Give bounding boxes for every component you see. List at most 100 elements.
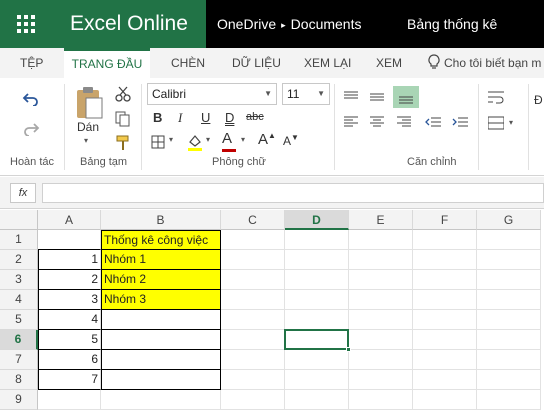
cell-e6[interactable]: [349, 330, 413, 350]
cell-e3[interactable]: [349, 270, 413, 290]
italic-button[interactable]: I: [178, 110, 182, 126]
row-header-5[interactable]: 5: [0, 310, 38, 330]
breadcrumb-onedrive[interactable]: OneDrive: [217, 16, 276, 32]
row-header-6[interactable]: 6: [0, 330, 38, 350]
cell-c4[interactable]: [221, 290, 285, 310]
cell-a2[interactable]: 1: [38, 250, 101, 270]
merge-center-icon[interactable]: [488, 116, 504, 130]
align-right-icon[interactable]: [397, 116, 411, 128]
align-bottom-button[interactable]: [393, 86, 419, 108]
cell-f2[interactable]: [413, 250, 477, 270]
grow-font-button[interactable]: A▲: [258, 131, 276, 148]
align-middle-icon[interactable]: [370, 91, 384, 103]
cell-a6[interactable]: 5: [38, 330, 101, 350]
wrap-text-icon[interactable]: [488, 91, 504, 105]
double-underline-button[interactable]: D: [225, 110, 234, 125]
paste-button[interactable]: Dán: [77, 120, 99, 134]
document-title[interactable]: Bảng thống kê: [407, 0, 497, 48]
cell-a5[interactable]: 4: [38, 310, 101, 330]
font-size-select[interactable]: 11 ▼: [282, 83, 330, 105]
align-center-icon[interactable]: [370, 116, 384, 128]
cell-c8[interactable]: [221, 370, 285, 390]
cell-a4[interactable]: 3: [38, 290, 101, 310]
cell-d2[interactable]: [285, 250, 349, 270]
column-header-b[interactable]: B: [101, 210, 221, 230]
cell-c5[interactable]: [221, 310, 285, 330]
cell-g2[interactable]: [477, 250, 541, 270]
cell-a7[interactable]: 6: [38, 350, 101, 370]
tell-me-box[interactable]: Cho tôi biết bạn m: [428, 48, 541, 78]
cell-c2[interactable]: [221, 250, 285, 270]
cell-e9[interactable]: [349, 390, 413, 410]
row-header-7[interactable]: 7: [0, 350, 38, 370]
borders-dropdown-chevron-icon[interactable]: ▾: [169, 135, 173, 144]
row-header-8[interactable]: 8: [0, 370, 38, 390]
font-name-select[interactable]: Calibri ▼: [147, 83, 277, 105]
strikethrough-button[interactable]: abc: [246, 111, 264, 123]
cell-g5[interactable]: [477, 310, 541, 330]
cell-a1[interactable]: [38, 230, 101, 250]
tab-data[interactable]: DỮ LIỆU: [232, 48, 281, 78]
cell-e2[interactable]: [349, 250, 413, 270]
merge-dropdown-chevron-icon[interactable]: ▾: [509, 118, 513, 127]
cell-b8[interactable]: [101, 370, 221, 390]
cell-g4[interactable]: [477, 290, 541, 310]
tab-insert[interactable]: CHÈN: [171, 48, 205, 78]
cell-c1[interactable]: [221, 230, 285, 250]
cell-a3[interactable]: 2: [38, 270, 101, 290]
cell-f4[interactable]: [413, 290, 477, 310]
column-header-f[interactable]: F: [413, 210, 477, 230]
tab-file[interactable]: TỆP: [20, 48, 43, 78]
cell-d8[interactable]: [285, 370, 349, 390]
tab-view[interactable]: XEM: [376, 48, 402, 78]
spreadsheet-grid[interactable]: A B C D E F G 1 Thống kê công việc 2 1 Nhóm 1 3 2 Nhóm…: [0, 210, 544, 411]
column-header-c[interactable]: C: [221, 210, 285, 230]
fill-color-dropdown-chevron-icon[interactable]: ▾: [206, 135, 210, 144]
formula-input[interactable]: [42, 183, 544, 203]
cell-d7[interactable]: [285, 350, 349, 370]
cell-g7[interactable]: [477, 350, 541, 370]
align-left-icon[interactable]: [344, 116, 358, 128]
cell-d1[interactable]: [285, 230, 349, 250]
row-header-1[interactable]: 1: [0, 230, 38, 250]
copy-icon[interactable]: [115, 111, 131, 127]
fill-handle[interactable]: [346, 347, 351, 352]
row-header-2[interactable]: 2: [0, 250, 38, 270]
column-header-g[interactable]: G: [477, 210, 541, 230]
undo-icon[interactable]: [22, 92, 40, 106]
cell-f5[interactable]: [413, 310, 477, 330]
align-top-icon[interactable]: [344, 91, 358, 103]
app-name[interactable]: Excel Online: [52, 0, 206, 48]
cell-b3[interactable]: Nhóm 2: [101, 270, 221, 290]
cell-f1[interactable]: [413, 230, 477, 250]
cut-icon[interactable]: [115, 86, 131, 102]
cell-f8[interactable]: [413, 370, 477, 390]
cell-c6[interactable]: [221, 330, 285, 350]
cell-e1[interactable]: [349, 230, 413, 250]
bold-button[interactable]: B: [153, 110, 162, 125]
insert-function-button[interactable]: fx: [10, 183, 36, 203]
number-format-select[interactable]: Đ: [534, 93, 543, 107]
format-painter-icon[interactable]: [115, 135, 131, 151]
cell-a9[interactable]: [38, 390, 101, 410]
cell-b4[interactable]: Nhóm 3: [101, 290, 221, 310]
cell-f3[interactable]: [413, 270, 477, 290]
cell-g3[interactable]: [477, 270, 541, 290]
cell-d3[interactable]: [285, 270, 349, 290]
cell-b5[interactable]: [101, 310, 221, 330]
cell-f7[interactable]: [413, 350, 477, 370]
cell-d4[interactable]: [285, 290, 349, 310]
font-color-button[interactable]: A: [222, 130, 236, 152]
borders-icon[interactable]: [151, 135, 165, 149]
cell-g6[interactable]: [477, 330, 541, 350]
cell-e7[interactable]: [349, 350, 413, 370]
increase-indent-icon[interactable]: [452, 116, 468, 128]
cell-g1[interactable]: [477, 230, 541, 250]
underline-button[interactable]: U: [201, 110, 210, 125]
font-color-dropdown-chevron-icon[interactable]: ▾: [241, 135, 245, 144]
column-header-e[interactable]: E: [349, 210, 413, 230]
paste-icon[interactable]: [74, 84, 104, 120]
cell-a8[interactable]: 7: [38, 370, 101, 390]
cell-c3[interactable]: [221, 270, 285, 290]
cell-c9[interactable]: [221, 390, 285, 410]
